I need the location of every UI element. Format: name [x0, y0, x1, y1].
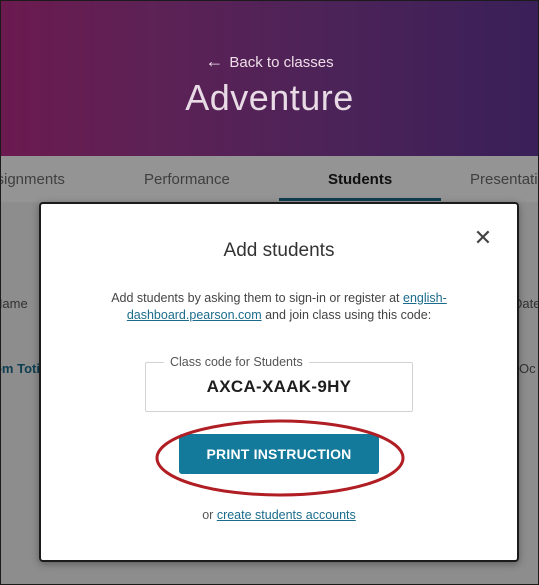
- arrow-left-icon: ←: [205, 51, 224, 71]
- description-text-2: and join class using this code:: [265, 308, 432, 322]
- app-frame: ←Back to classes Adventure Assignments P…: [0, 0, 539, 585]
- class-header: ← Back to classes Adventure: [1, 1, 538, 156]
- back-to-classes-link[interactable]: ← Back to classes: [1, 51, 538, 72]
- create-students-accounts-link[interactable]: create students accounts: [217, 508, 356, 522]
- class-code-label: Class code for Students: [164, 355, 309, 369]
- description-text-1: Add students by asking them to sign-in o…: [111, 291, 400, 305]
- dialog-description: Add students by asking them to sign-in o…: [101, 290, 457, 324]
- or-text: or: [202, 508, 214, 522]
- class-code-value[interactable]: AXCA-XAAK-9HY: [146, 377, 412, 397]
- class-code-field[interactable]: Class code for Students AXCA-XAAK-9HY: [145, 355, 413, 412]
- class-title: Adventure: [185, 77, 354, 118]
- create-accounts-line: or create students accounts: [41, 508, 517, 522]
- dialog-title: Add students: [223, 240, 335, 261]
- print-instruction-button[interactable]: PRINT INSTRUCTION: [179, 434, 379, 474]
- add-students-dialog: ✕ Add students Add students by asking th…: [39, 202, 519, 562]
- back-link-label: Back to classes: [229, 54, 334, 71]
